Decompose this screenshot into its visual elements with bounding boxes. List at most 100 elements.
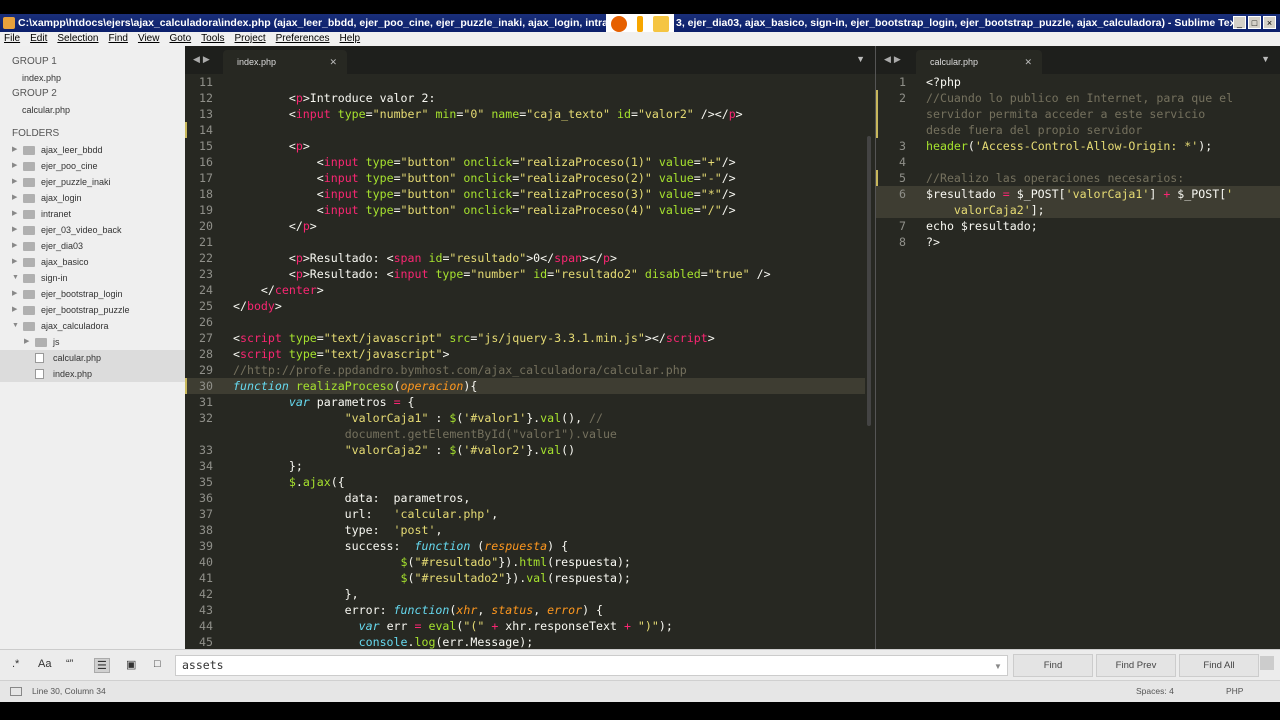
tree-folder[interactable]: ▶ ejer_puzzle_inaki (0, 174, 185, 190)
code-line[interactable]: 27 <script type="text/javascript" src="js… (185, 330, 865, 346)
disclosure-closed-icon[interactable]: ▶ (12, 254, 17, 270)
code-line[interactable]: document.getElementById("valor1").value (185, 426, 865, 442)
highlight-toggle-icon[interactable]: □ (154, 658, 161, 670)
code-line[interactable]: 2 //Cuando lo publico en Internet, para q… (876, 90, 1280, 106)
code-line[interactable]: 11 (185, 74, 865, 90)
menu-item-find[interactable]: Find (109, 32, 128, 46)
code-line[interactable]: 29 //http://profe.ppdandro.bymhost.com/aj… (185, 362, 865, 378)
firefox-icon[interactable] (611, 16, 627, 32)
code-line[interactable]: 7 echo $resultado; (876, 218, 1280, 234)
code-line[interactable]: 16 <input type="button" onclick="realiza… (185, 154, 865, 170)
code-line[interactable]: desde fuera del propio servidor (876, 122, 1280, 138)
disclosure-closed-icon[interactable]: ▶ (12, 142, 17, 158)
code-line[interactable]: 23 <p>Resultado: <input type = "number" id… (185, 266, 865, 282)
tab-nav-arrows-icon[interactable]: ◀▶ (884, 54, 904, 65)
tree-folder[interactable]: ▶ ajax_basico (0, 254, 185, 270)
regex-toggle-icon[interactable]: .* (12, 658, 19, 670)
panel-toggle-icon[interactable] (10, 687, 22, 696)
code-line[interactable]: 15 <p> (185, 138, 865, 154)
code-line[interactable]: 22 <p>Resultado: <span id="resultado">0<… (185, 250, 865, 266)
tab-nav-arrows-icon[interactable]: ◀▶ (193, 54, 213, 65)
tree-folder[interactable]: ▼ ajax_calculadora (0, 318, 185, 334)
disclosure-open-icon[interactable]: ▼ (12, 270, 19, 286)
pencil-icon[interactable] (637, 16, 643, 32)
tree-folder[interactable]: ▶ ajax_leer_bbdd (0, 142, 185, 158)
open-file-index[interactable]: index.php (0, 70, 185, 86)
minimize-icon[interactable]: _ (1233, 16, 1246, 29)
code-line[interactable]: 36 data: parametros, (185, 490, 865, 506)
code-line[interactable]: 5 //Realizo las operaciones necesarios: (876, 170, 1280, 186)
code-line[interactable]: 44 var err = eval("(" + xhr.responseText… (185, 618, 865, 634)
find-button[interactable]: Find (1013, 654, 1093, 677)
tab-dropdown-icon[interactable]: ▼ (1261, 54, 1270, 64)
tab-calcular-php[interactable]: calcular.php ✕ (916, 50, 1042, 74)
code-line[interactable]: 25 </body> (185, 298, 865, 314)
disclosure-closed-icon[interactable]: ▶ (12, 158, 17, 174)
tree-folder[interactable]: ▶ intranet (0, 206, 185, 222)
editor-pane-right[interactable]: ◀▶ calcular.php ✕ ▼ 1 <?php 2 //Cuando lo p… (876, 46, 1280, 649)
code-line[interactable]: 6 $resultado = $_POST['valorCaja1'] + $_P… (876, 186, 1280, 202)
disclosure-closed-icon[interactable]: ▶ (12, 238, 17, 254)
code-line[interactable]: 19 <input type="button" onclick="realiza… (185, 202, 865, 218)
menu-item-project[interactable]: Project (235, 32, 266, 46)
code-line[interactable]: 40 $("#resultado"}).html(respuesta); (185, 554, 865, 570)
code-line[interactable]: 28 <script type="text/javascript"> (185, 346, 865, 362)
menu-item-edit[interactable]: Edit (30, 32, 47, 46)
menu-item-goto[interactable]: Goto (169, 32, 191, 46)
scrollbar-left[interactable] (867, 136, 871, 426)
code-line[interactable]: 37 url: 'calcular.php', (185, 506, 865, 522)
menu-item-preferences[interactable]: Preferences (276, 32, 330, 46)
find-history-dropdown-icon[interactable]: ▼ (994, 662, 1002, 671)
disclosure-closed-icon[interactable]: ▶ (24, 334, 29, 350)
tree-folder[interactable]: ▼ sign-in (0, 270, 185, 286)
code-line[interactable]: 45 console.log(err.Message); (185, 634, 865, 650)
tree-folder[interactable]: ▶ ejer_03_video_back (0, 222, 185, 238)
menu-item-view[interactable]: View (138, 32, 160, 46)
code-line[interactable]: 24 </center> (185, 282, 865, 298)
code-line[interactable]: 20 </p> (185, 218, 865, 234)
code-line[interactable]: 18 <input type="button" onclick="realiza… (185, 186, 865, 202)
find-all-button[interactable]: Find All (1179, 654, 1259, 677)
find-panel-close-icon[interactable] (1260, 656, 1274, 670)
disclosure-closed-icon[interactable]: ▶ (12, 190, 17, 206)
disclosure-closed-icon[interactable]: ▶ (12, 174, 17, 190)
code-line[interactable]: 31 var parametros = { (185, 394, 865, 410)
code-line[interactable]: 17 <input type="button" onclick="realiza… (185, 170, 865, 186)
code-line[interactable]: servidor permita acceder a este servicio (876, 106, 1280, 122)
syntax-setting[interactable]: PHP (1226, 686, 1243, 696)
tree-file[interactable]: index.php (0, 366, 185, 382)
menu-item-help[interactable]: Help (340, 32, 361, 46)
tree-file[interactable]: calcular.php (0, 350, 185, 366)
code-line[interactable]: 21 (185, 234, 865, 250)
code-line[interactable]: 32 "valorCaja1" : $('#valor1'}.val(), // (185, 410, 865, 426)
tab-close-icon[interactable]: ✕ (329, 50, 337, 74)
close-window-icon[interactable]: × (1263, 16, 1276, 29)
disclosure-closed-icon[interactable]: ▶ (12, 206, 17, 222)
code-line[interactable]: 42 }, (185, 586, 865, 602)
editor-pane-left[interactable]: ◀▶ index.php ✕ ▼ 11 12 <p>Introduce valor… (185, 46, 875, 649)
find-input[interactable]: assets (175, 655, 1008, 676)
tab-dropdown-icon[interactable]: ▼ (856, 54, 865, 64)
code-line[interactable]: 35 $.ajax({ (185, 474, 865, 490)
code-line[interactable]: 13 <input type="number" min="0" name="ca… (185, 106, 865, 122)
disclosure-closed-icon[interactable]: ▶ (12, 222, 17, 238)
code-line[interactable]: 26 (185, 314, 865, 330)
code-line[interactable]: 39 success: function (respuesta) { (185, 538, 865, 554)
tree-folder[interactable]: ▶ ejer_bootstrap_login (0, 286, 185, 302)
indentation-setting[interactable]: Spaces: 4 (1136, 686, 1174, 696)
disclosure-closed-icon[interactable]: ▶ (12, 302, 17, 318)
code-line[interactable]: 43 error: function(xhr, status, error) { (185, 602, 865, 618)
menu-item-tools[interactable]: Tools (201, 32, 224, 46)
code-line[interactable]: 14 (185, 122, 865, 138)
code-line[interactable]: valorCaja2']; (876, 202, 1280, 218)
code-line[interactable]: 8 ?> (876, 234, 1280, 250)
disclosure-open-icon[interactable]: ▼ (12, 318, 19, 334)
code-line[interactable]: 38 type: 'post', (185, 522, 865, 538)
window-copy-icon[interactable] (653, 16, 669, 32)
disclosure-closed-icon[interactable]: ▶ (12, 286, 17, 302)
in-selection-toggle-icon[interactable]: ▣ (126, 658, 136, 671)
tree-folder[interactable]: ▶ ejer_dia03 (0, 238, 185, 254)
tree-folder[interactable]: ▶ ejer_bootstrap_puzzle (0, 302, 185, 318)
code-line[interactable]: 30 function realizaProceso(operacion){ (185, 378, 865, 394)
wrap-toggle-icon[interactable]: ☰ (94, 658, 110, 673)
